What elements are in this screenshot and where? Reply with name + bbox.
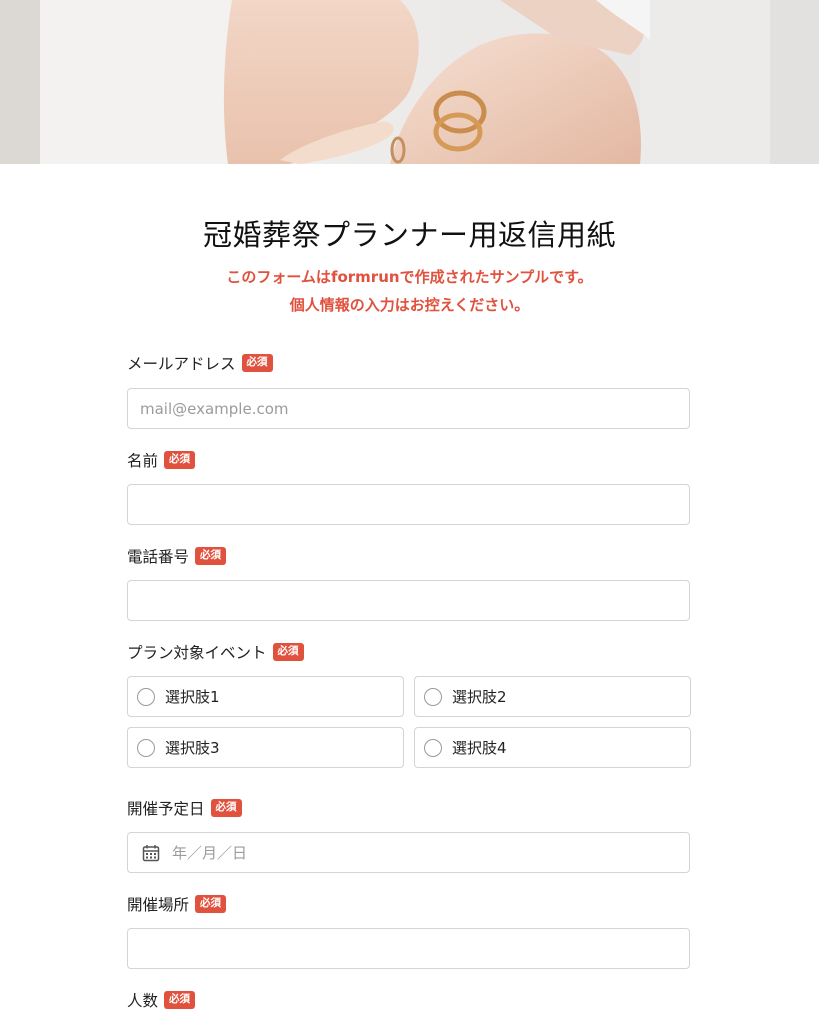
phone-label: 電話番号 必須	[127, 545, 227, 567]
radio-option-2[interactable]: 選択肢2	[414, 676, 691, 717]
phone-label-text: 電話番号	[127, 548, 190, 566]
event-date-input[interactable]: 年／月／日	[127, 832, 690, 873]
name-label: 名前 必須	[127, 449, 196, 471]
required-badge: 必須	[164, 451, 196, 469]
radio-option-label: 選択肢1	[165, 688, 220, 706]
required-badge: 必須	[164, 991, 196, 1009]
radio-circle-icon[interactable]	[137, 738, 155, 757]
radio-option-4[interactable]: 選択肢4	[414, 727, 691, 768]
venue-label-text: 開催場所	[127, 896, 190, 914]
radio-option-label: 選択肢2	[452, 688, 507, 706]
attendees-label-text: 人数	[127, 992, 159, 1010]
header-image	[0, 0, 819, 164]
attendees-label: 人数 必須	[127, 989, 196, 1011]
notice-text-pre: このフォームは	[226, 268, 331, 286]
name-label-text: 名前	[127, 452, 159, 470]
plan-event-label: プラン対象イベント 必須	[127, 641, 304, 663]
sample-notice-line2: 個人情報の入力はお控えください。	[289, 296, 530, 314]
venue-input[interactable]	[127, 928, 690, 969]
radio-circle-icon[interactable]	[424, 738, 442, 757]
venue-label: 開催場所 必須	[127, 893, 227, 915]
notice-text-post: で作成されたサンプルです。	[399, 268, 593, 286]
radio-option-label: 選択肢3	[165, 739, 220, 757]
email-input[interactable]	[127, 388, 690, 429]
wedding-rings-photo	[0, 0, 819, 164]
radio-circle-icon[interactable]	[137, 687, 155, 706]
required-badge: 必須	[195, 547, 227, 565]
required-badge: 必須	[210, 799, 242, 817]
email-label-text: メールアドレス	[127, 355, 236, 373]
radio-option-label: 選択肢4	[452, 739, 507, 757]
radio-circle-icon[interactable]	[424, 687, 442, 706]
email-label: メールアドレス 必須	[127, 352, 273, 374]
radio-option-3[interactable]: 選択肢3	[127, 727, 404, 768]
event-date-label-text: 開催予定日	[127, 800, 205, 818]
name-input[interactable]	[127, 484, 690, 525]
event-date-label: 開催予定日 必須	[127, 797, 242, 819]
phone-input[interactable]	[127, 580, 690, 621]
sample-notice-line1: このフォームはformrunで作成されたサンプルです。	[0, 266, 819, 287]
notice-brand: formrun	[330, 268, 400, 286]
required-badge: 必須	[272, 643, 304, 661]
required-badge: 必須	[195, 895, 227, 913]
date-placeholder: 年／月／日	[172, 844, 248, 862]
calendar-icon[interactable]	[142, 844, 160, 862]
radio-option-1[interactable]: 選択肢1	[127, 676, 404, 717]
form-title: 冠婚葬祭プランナー用返信用紙	[202, 218, 616, 252]
plan-event-label-text: プラン対象イベント	[127, 644, 267, 662]
required-badge: 必須	[241, 354, 273, 372]
